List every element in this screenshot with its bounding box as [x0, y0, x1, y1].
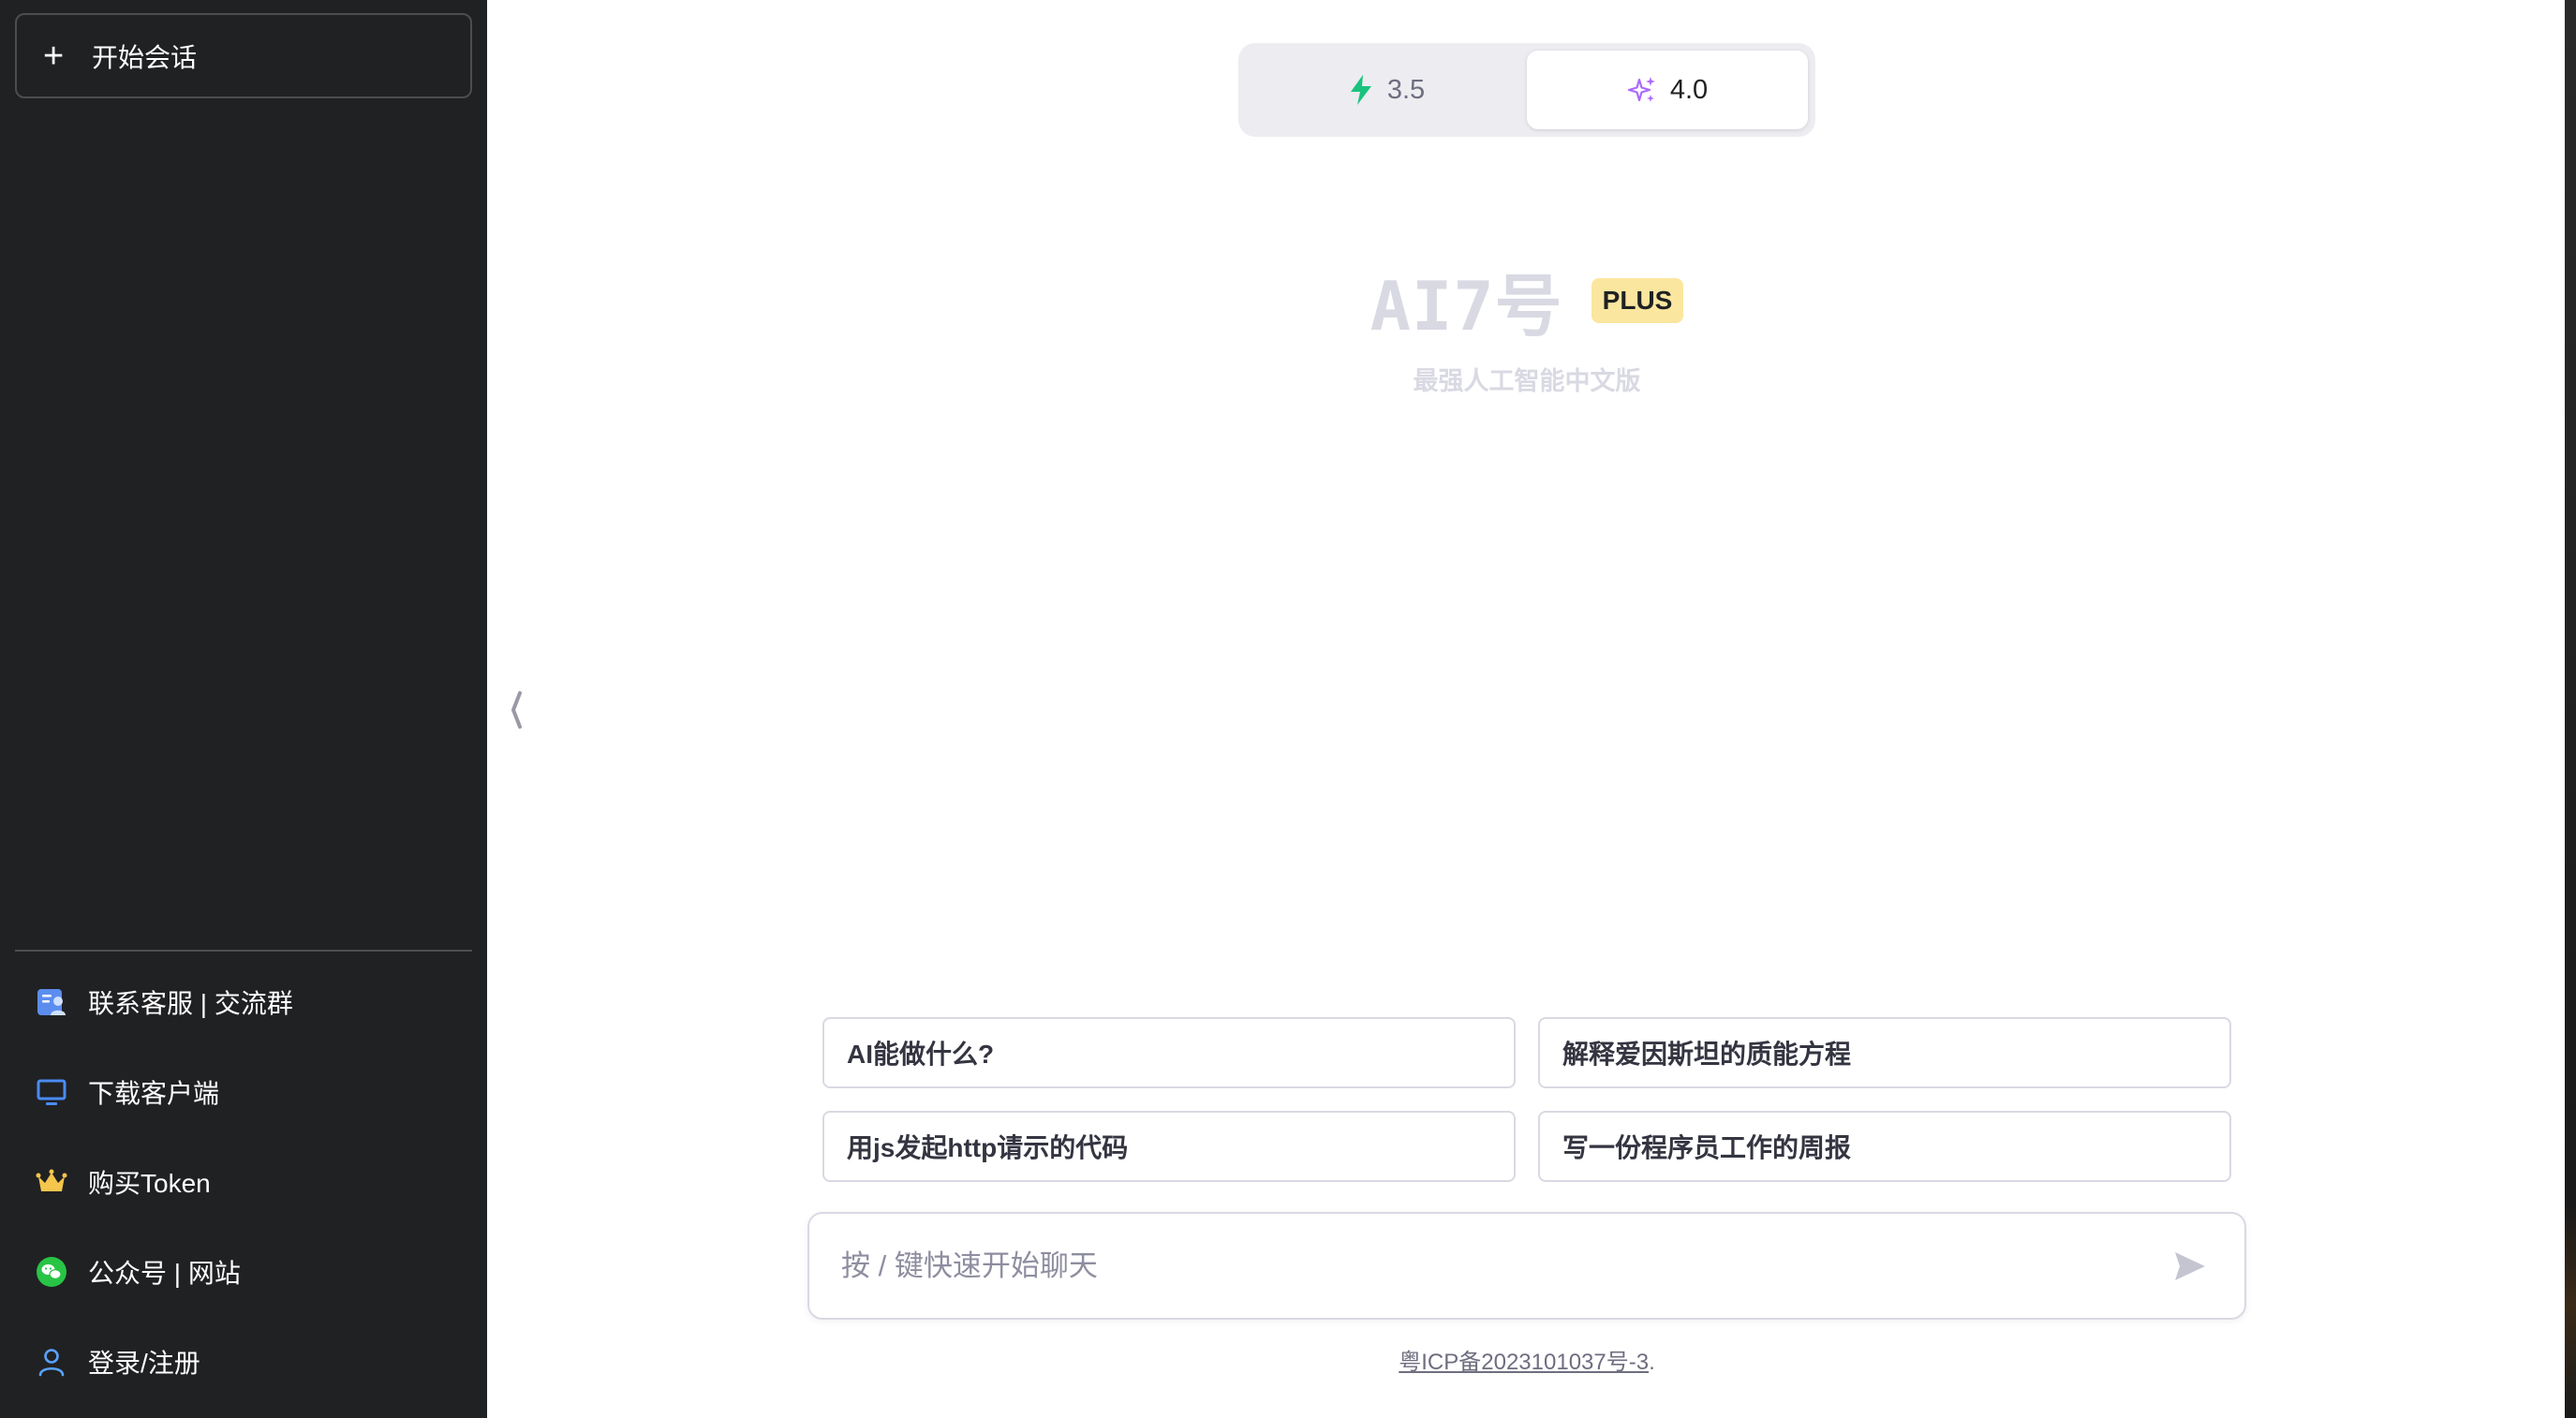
sidebar-item-label: 公众号 | 网站 — [88, 1259, 241, 1288]
app-title: AI7号 — [1369, 267, 1563, 346]
hero: AI7号 PLUS 最强人工智能中文版 — [1236, 251, 1817, 397]
sidebar-item-label: 联系客服 | 交流群 — [88, 989, 293, 1018]
sidebar: + 开始会话 联系客服 | 交流群 下载客户端 购买Token 公众号 | 网站… — [0, 0, 487, 1418]
send-button[interactable] — [2169, 1246, 2211, 1287]
sidebar-item-label: 下载客户端 — [88, 1079, 220, 1108]
sidebar-item-label: 登录/注册 — [88, 1349, 200, 1378]
monitor-icon — [36, 1076, 67, 1108]
icp-link[interactable]: 粤ICP备2023101037号-3 — [1399, 1350, 1649, 1375]
model-option-label: 3.5 — [1386, 74, 1426, 105]
sidebar-item-wechat-site[interactable]: 公众号 | 网站 — [15, 1234, 472, 1309]
footer-suffix: . — [1649, 1350, 1655, 1375]
sidebar-item-contact-support[interactable]: 联系客服 | 交流群 — [15, 965, 472, 1040]
wechat-icon — [36, 1256, 67, 1288]
new-chat-button[interactable]: + 开始会话 — [15, 13, 472, 98]
sidebar-collapse-handle[interactable] — [506, 689, 526, 731]
chat-input[interactable] — [839, 1214, 2132, 1318]
app-root: + 开始会话 联系客服 | 交流群 下载客户端 购买Token 公众号 | 网站… — [0, 0, 2576, 1418]
sidebar-item-login-register[interactable]: 登录/注册 — [15, 1324, 472, 1399]
send-icon — [2175, 1252, 2205, 1280]
hero-title-row: AI7号 PLUS — [1236, 251, 1817, 349]
new-chat-label: 开始会话 — [92, 42, 198, 72]
suggestion-button[interactable]: AI能做什么? — [822, 1017, 1516, 1088]
suggestion-button[interactable]: 解释爱因斯坦的质能方程 — [1538, 1017, 2231, 1088]
sidebar-item-download-client[interactable]: 下载客户端 — [15, 1055, 472, 1130]
sparkles-icon — [1627, 77, 1655, 102]
user-icon — [36, 1346, 67, 1378]
plus-icon: + — [43, 36, 65, 76]
chat-input-box — [807, 1212, 2246, 1320]
model-option-label: 4.0 — [1669, 74, 1709, 105]
app-subtitle: 最强人工智能中文版 — [1413, 367, 1641, 395]
model-option-3-5[interactable]: 3.5 — [1246, 51, 1527, 129]
sidebar-item-label: 购买Token — [88, 1169, 211, 1198]
sidebar-divider — [15, 950, 472, 952]
support-contact-icon — [36, 986, 67, 1018]
suggestion-button[interactable]: 写一份程序员工作的周报 — [1538, 1111, 2231, 1182]
model-toggle: 3.5 4.0 — [1238, 43, 1815, 137]
chevron-left-icon — [511, 691, 522, 729]
suggestion-button[interactable]: 用js发起http请示的代码 — [822, 1111, 1516, 1182]
lightning-icon — [1350, 75, 1371, 105]
model-option-4-0[interactable]: 4.0 — [1527, 51, 1808, 129]
window-edge — [2565, 0, 2576, 1418]
footer: 粤ICP备2023101037号-3. — [1236, 1343, 1817, 1376]
sidebar-item-buy-token[interactable]: 购买Token — [15, 1145, 472, 1219]
plus-badge: PLUS — [1591, 277, 1684, 323]
crown-icon — [36, 1166, 67, 1198]
